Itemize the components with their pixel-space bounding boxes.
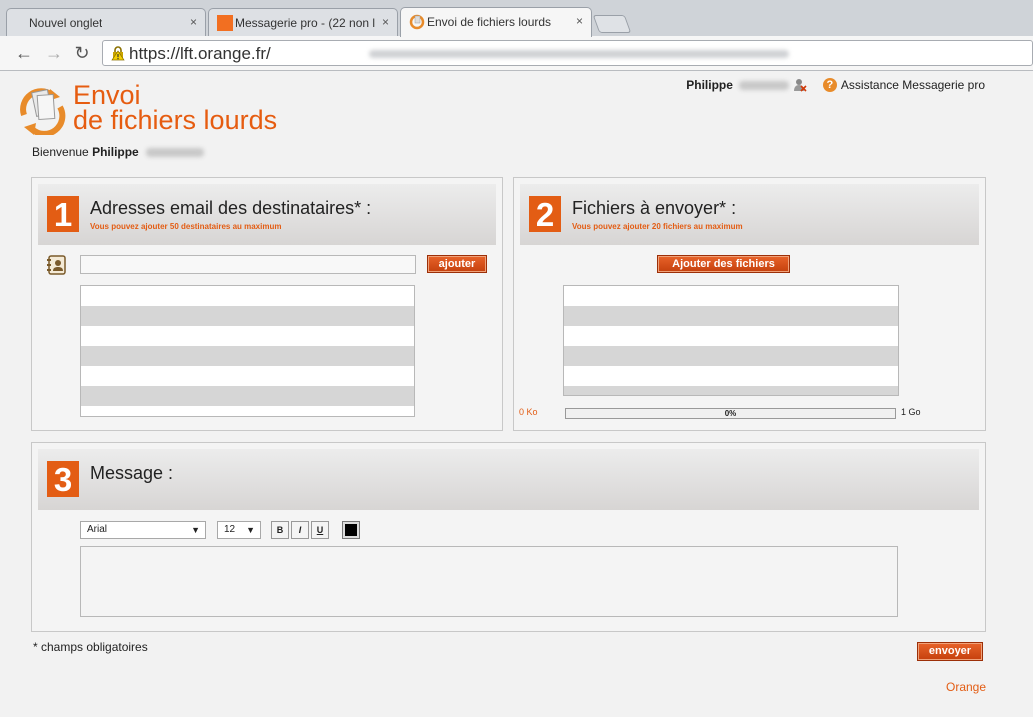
progress-min-label: 0 Ko <box>519 407 538 417</box>
blurred-last-name <box>738 80 789 90</box>
logout-user-icon[interactable] <box>793 78 807 92</box>
files-panel: 2 Fichiers à envoyer* : Vous pouvez ajou… <box>513 177 986 431</box>
forward-icon[interactable]: → <box>44 43 64 63</box>
address-book-icon[interactable] <box>46 254 68 276</box>
blurred-last-name <box>146 148 205 158</box>
help-link[interactable]: Assistance Messagerie pro <box>841 78 985 92</box>
user-name: Philippe <box>686 78 733 92</box>
upload-progress-bar: 0% <box>565 408 896 419</box>
tab-title: Envoi de fichiers lourds <box>427 15 552 29</box>
font-size-value: 12 <box>224 524 236 535</box>
recipients-list[interactable] <box>80 285 415 417</box>
new-tab-button[interactable] <box>592 15 632 33</box>
list-row <box>81 386 414 406</box>
tab-title: Nouvel onglet <box>29 16 103 30</box>
font-size-select[interactable]: 12 ▼ <box>217 521 261 539</box>
panel-header: 1 Adresses email des destinataires* : Vo… <box>38 184 496 245</box>
lft-logo-icon <box>20 88 66 135</box>
step-number: 2 <box>529 196 561 233</box>
address-bar[interactable]: https://lft.orange.fr/ <box>102 40 1033 66</box>
add-files-button[interactable]: Ajouter des fichiers <box>657 255 790 273</box>
logo-line-2: de fichiers lourds <box>73 105 278 135</box>
font-family-value: Arial <box>87 524 108 535</box>
panel-title: Message : <box>90 463 174 483</box>
underline-button[interactable]: U <box>311 521 329 539</box>
panel-title: Fichiers à envoyer* : <box>572 198 737 218</box>
panel-title: Adresses email des destinataires* : <box>90 198 372 218</box>
list-row <box>81 306 414 326</box>
back-icon[interactable]: ← <box>14 43 34 63</box>
tab-nouvel-onglet[interactable]: Nouvel onglet × <box>6 8 206 36</box>
list-row <box>564 346 898 366</box>
list-row <box>564 386 898 395</box>
italic-button[interactable]: I <box>291 521 309 539</box>
site-logo: Envoi de fichiers lourds <box>73 82 278 135</box>
list-row <box>564 306 898 326</box>
page-content: Envoi de fichiers lourds Philippe ? Assi… <box>0 71 1033 717</box>
reload-icon[interactable]: ↻ <box>72 43 92 63</box>
url-text: https://lft.orange.fr/ <box>129 44 271 63</box>
orange-footer-link[interactable]: Orange <box>946 680 986 694</box>
progress-percent: 0% <box>724 409 737 418</box>
close-icon[interactable]: × <box>576 14 583 28</box>
message-textarea[interactable] <box>80 546 898 617</box>
files-list[interactable] <box>563 285 899 396</box>
progress-max-label: 1 Go <box>901 407 921 417</box>
email-input[interactable] <box>80 255 416 274</box>
lock-warning-icon <box>111 46 125 61</box>
welcome-message: Bienvenue Philippe <box>32 145 205 159</box>
welcome-prefix: Bienvenue <box>32 145 89 159</box>
browser-tabstrip: Nouvel onglet × Messagerie pro - (22 non… <box>0 0 1033 37</box>
bold-button[interactable]: B <box>271 521 289 539</box>
help-icon[interactable]: ? <box>822 78 837 92</box>
list-row <box>81 346 414 366</box>
step-number: 1 <box>47 196 79 233</box>
browser-toolbar: ← → ↻ https://lft.orange.fr/ <box>0 36 1033 71</box>
tab-messagerie-pro[interactable]: Messagerie pro - (22 non l × <box>208 8 398 36</box>
close-icon[interactable]: × <box>382 15 389 29</box>
chevron-down-icon: ▼ <box>246 525 255 535</box>
required-fields-note: * champs obligatoires <box>33 640 148 654</box>
chevron-down-icon: ▼ <box>191 525 200 535</box>
panel-header: 3 Message : <box>38 449 979 510</box>
tab-envoi-fichiers[interactable]: Envoi de fichiers lourds × <box>400 7 592 37</box>
tab-title: Messagerie pro - (22 non l <box>235 16 375 30</box>
send-button[interactable]: envoyer <box>917 642 983 661</box>
blurred-url-query <box>369 50 789 58</box>
user-bar: Philippe ? Assistance Messagerie pro <box>686 78 985 92</box>
orange-favicon-icon <box>217 15 233 31</box>
welcome-name: Philippe <box>92 145 139 159</box>
panel-subtitle: Vous pouvez ajouter 50 destinataires au … <box>90 222 282 231</box>
recipients-panel: 1 Adresses email des destinataires* : Vo… <box>31 177 503 431</box>
close-icon[interactable]: × <box>190 15 197 29</box>
step-number: 3 <box>47 461 79 498</box>
text-color-button[interactable] <box>342 521 360 539</box>
font-family-select[interactable]: Arial ▼ <box>80 521 206 539</box>
panel-subtitle: Vous pouvez ajouter 20 fichiers au maxim… <box>572 222 743 231</box>
panel-header: 2 Fichiers à envoyer* : Vous pouvez ajou… <box>520 184 979 245</box>
add-recipient-button[interactable]: ajouter <box>427 255 487 273</box>
text-color-swatch <box>345 524 357 536</box>
lft-favicon-icon <box>409 14 425 30</box>
